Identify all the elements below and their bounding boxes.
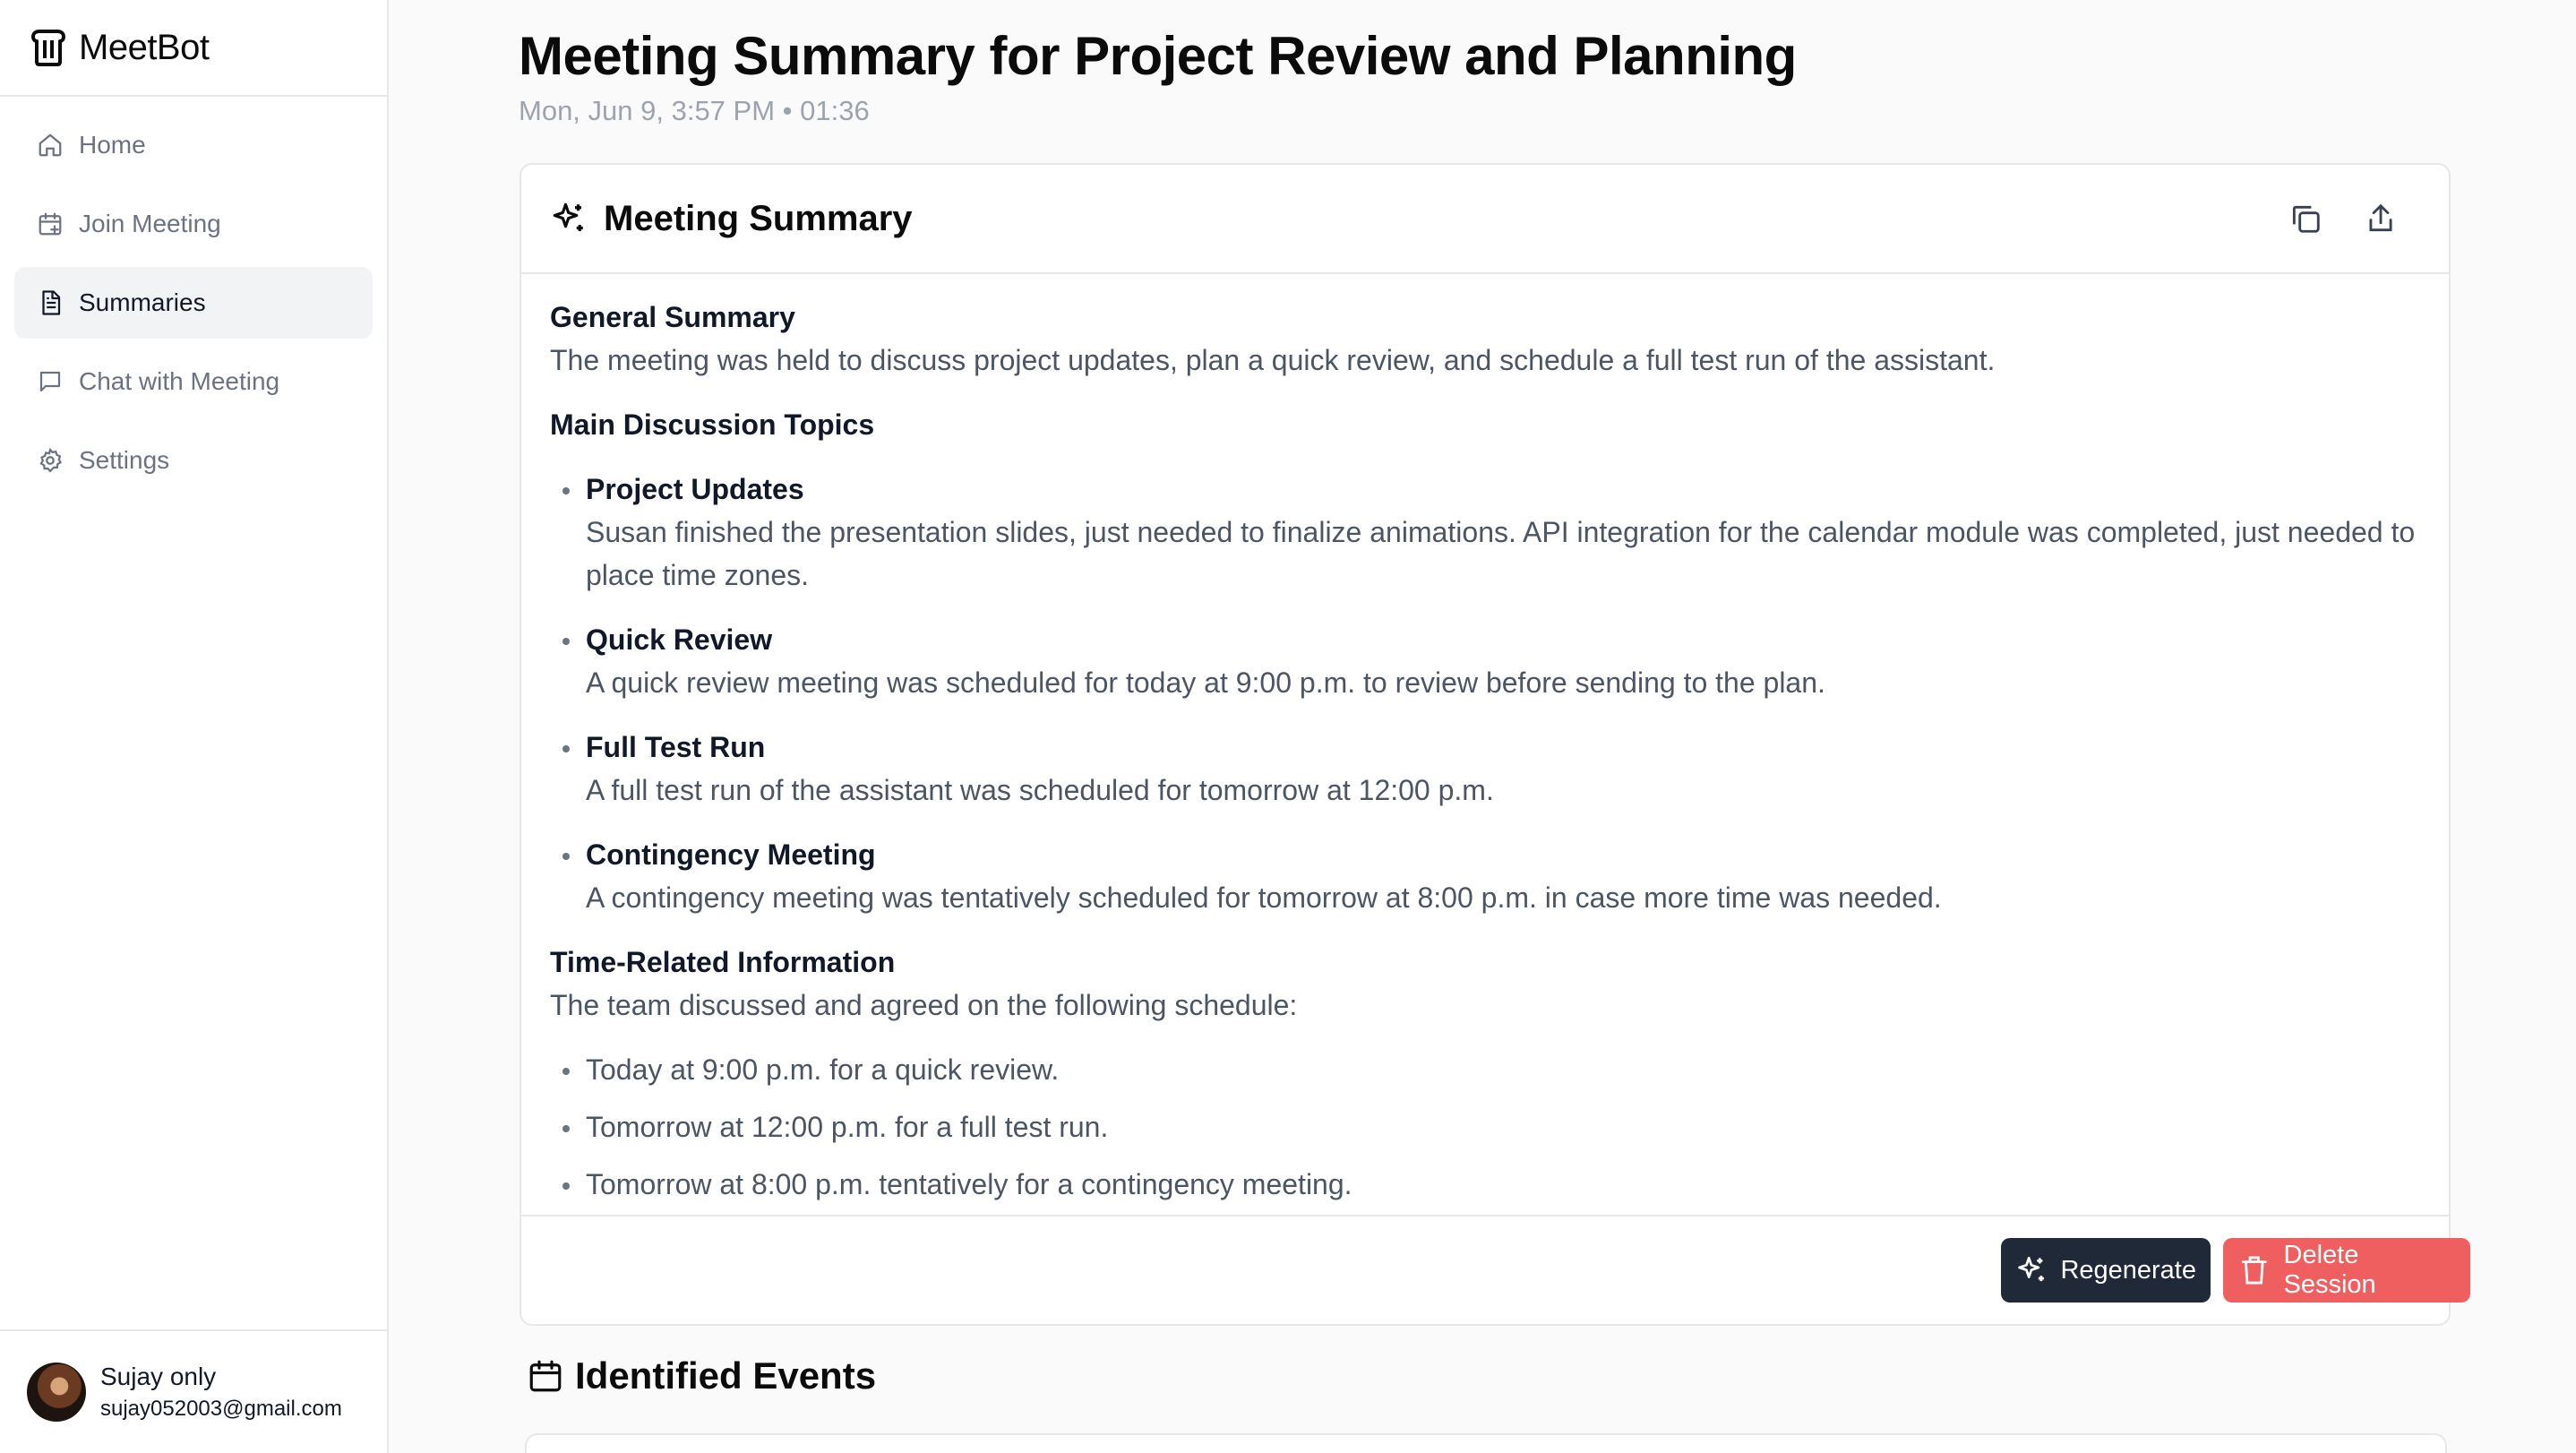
summary-card-header: Meeting Summary [521, 165, 2449, 274]
share-icon [2369, 203, 2392, 232]
identified-events-heading: Identified Events [527, 1354, 876, 1397]
app-name: MeetBot [79, 27, 210, 67]
topic-title: Quick Review [586, 623, 773, 656]
sidebar-item-chat-with-meeting[interactable]: Chat with Meeting [14, 346, 373, 417]
copy-icon [2292, 205, 2320, 233]
sidebar-nav: Home Join Meeting Summaries Chat with Me… [0, 97, 387, 516]
sidebar-item-home[interactable]: Home [14, 109, 373, 181]
topic-text: Susan finished the presentation slides, … [586, 516, 2416, 591]
bot-logo-icon [29, 28, 68, 67]
topic-title: Full Test Run [586, 731, 766, 763]
topics-heading: Main Discussion Topics [550, 408, 875, 441]
meeting-meta: Mon, Jun 9, 3:57 PM • 01:36 [519, 95, 870, 126]
copy-button[interactable] [2286, 199, 2325, 238]
sparkles-icon [2018, 1256, 2044, 1282]
time-info-heading: Time-Related Information [550, 946, 896, 978]
regenerate-label: Regenerate [2060, 1255, 2196, 1285]
summary-content: General Summary The meeting was held to … [521, 274, 2449, 1206]
summary-card-footer: Regenerate Delete Session [521, 1215, 2470, 1324]
list-item: Tomorrow at 8:00 p.m. tentatively for a … [550, 1163, 2420, 1206]
main-content: Meeting Summary for Project Review and P… [389, 0, 2576, 1453]
trash-icon [2241, 1256, 2267, 1285]
list-item: Contingency Meeting A contingency meetin… [550, 833, 2420, 919]
topic-text: A full test run of the assistant was sch… [586, 774, 1494, 806]
topic-text: A quick review meeting was scheduled for… [586, 666, 1825, 699]
sidebar-item-label: Join Meeting [79, 210, 221, 237]
sidebar: MeetBot Home Join Meeting Summaries Chat… [0, 0, 389, 1453]
schedule-list: Today at 9:00 p.m. for a quick review. T… [550, 1048, 2420, 1206]
identified-events-title: Identified Events [575, 1354, 877, 1397]
calendar-plus-icon [36, 210, 64, 238]
delete-session-label: Delete Session [2283, 1241, 2376, 1299]
sidebar-item-label: Summaries [79, 288, 206, 316]
user-profile[interactable]: Sujay only sujay052003@gmail.com [0, 1329, 387, 1453]
topic-text: A contingency meeting was tentatively sc… [586, 881, 1942, 914]
delete-session-button[interactable]: Delete Session [2223, 1238, 2470, 1303]
list-item: Project Updates Susan finished the prese… [550, 468, 2420, 597]
topic-title: Contingency Meeting [586, 838, 876, 871]
regenerate-button[interactable]: Regenerate [2001, 1238, 2211, 1303]
events-card [525, 1433, 2447, 1453]
brand[interactable]: MeetBot [0, 0, 387, 97]
document-icon [36, 288, 64, 317]
summary-card: Meeting Summary General Summary The meet… [519, 163, 2470, 1326]
list-item: Quick Review A quick review meeting was … [550, 618, 2420, 704]
summary-card-title: Meeting Summary [604, 198, 913, 238]
list-item: Full Test Run A full test run of the ass… [550, 726, 2420, 812]
sidebar-item-summaries[interactable]: Summaries [14, 267, 373, 339]
user-email: sujay052003@gmail.com [100, 1397, 342, 1421]
avatar [27, 1363, 86, 1422]
sidebar-item-label: Home [79, 131, 146, 159]
page-title: Meeting Summary for Project Review and P… [519, 26, 1797, 86]
list-item: Tomorrow at 12:00 p.m. for a full test r… [550, 1105, 2420, 1148]
home-icon [36, 131, 64, 159]
time-info-text: The team discussed and agreed on the fol… [550, 989, 1298, 1021]
sidebar-item-label: Settings [79, 446, 170, 474]
chat-icon [36, 367, 64, 396]
sidebar-item-label: Chat with Meeting [79, 367, 280, 395]
sparkles-icon [550, 200, 588, 237]
general-summary-text: The meeting was held to discuss project … [550, 344, 1996, 376]
sidebar-item-join-meeting[interactable]: Join Meeting [14, 188, 373, 260]
sidebar-item-settings[interactable]: Settings [14, 425, 373, 496]
general-summary-heading: General Summary [550, 301, 795, 333]
user-name: Sujay only [100, 1363, 217, 1390]
share-button[interactable] [2361, 199, 2400, 238]
gear-icon [36, 446, 64, 475]
topic-title: Project Updates [586, 473, 804, 505]
calendar-icon [529, 1360, 562, 1392]
list-item: Today at 9:00 p.m. for a quick review. [550, 1048, 2420, 1091]
